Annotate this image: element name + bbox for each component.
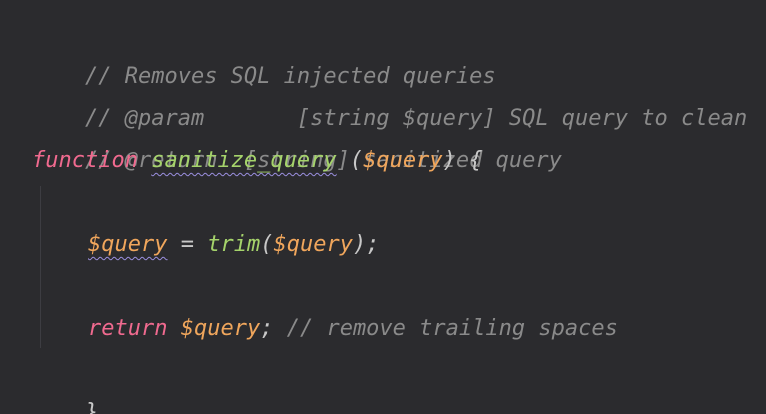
keyword-function: function — [32, 148, 138, 173]
code-line-3: // @return [string] sanitized query — [32, 98, 562, 173]
code-line-4: function sanitize_query ($query) { — [32, 140, 482, 182]
semicolon: ; — [260, 316, 274, 341]
variable[interactable]: $query — [181, 316, 260, 341]
function-name[interactable]: sanitize_query — [151, 148, 336, 173]
parameter[interactable]: $query — [363, 148, 442, 173]
keyword-return: return — [88, 316, 168, 341]
close-paren-brace: ) { — [442, 148, 483, 173]
comment: // remove trailing spaces — [273, 316, 618, 341]
code-line-7: } — [32, 350, 98, 414]
code-line-6: return $query; // remove trailing spaces — [88, 308, 618, 350]
code-line-5: $query = trim($query); — [88, 224, 379, 266]
code-editor[interactable]: // Removes SQL injected queries // @para… — [0, 0, 766, 414]
assign-operator: = — [167, 232, 208, 257]
close-brace: } — [84, 400, 99, 414]
argument[interactable]: $query — [273, 232, 352, 257]
code-line-2: // @param [string $query] SQL query to c… — [32, 56, 747, 131]
function-call[interactable]: trim — [207, 232, 260, 257]
code-line-1: // Removes SQL injected queries — [32, 14, 496, 89]
open-paren: ( — [349, 148, 364, 173]
close-paren-semicolon: ); — [352, 232, 380, 257]
open-paren: ( — [260, 232, 274, 257]
variable[interactable]: $query — [88, 232, 167, 257]
